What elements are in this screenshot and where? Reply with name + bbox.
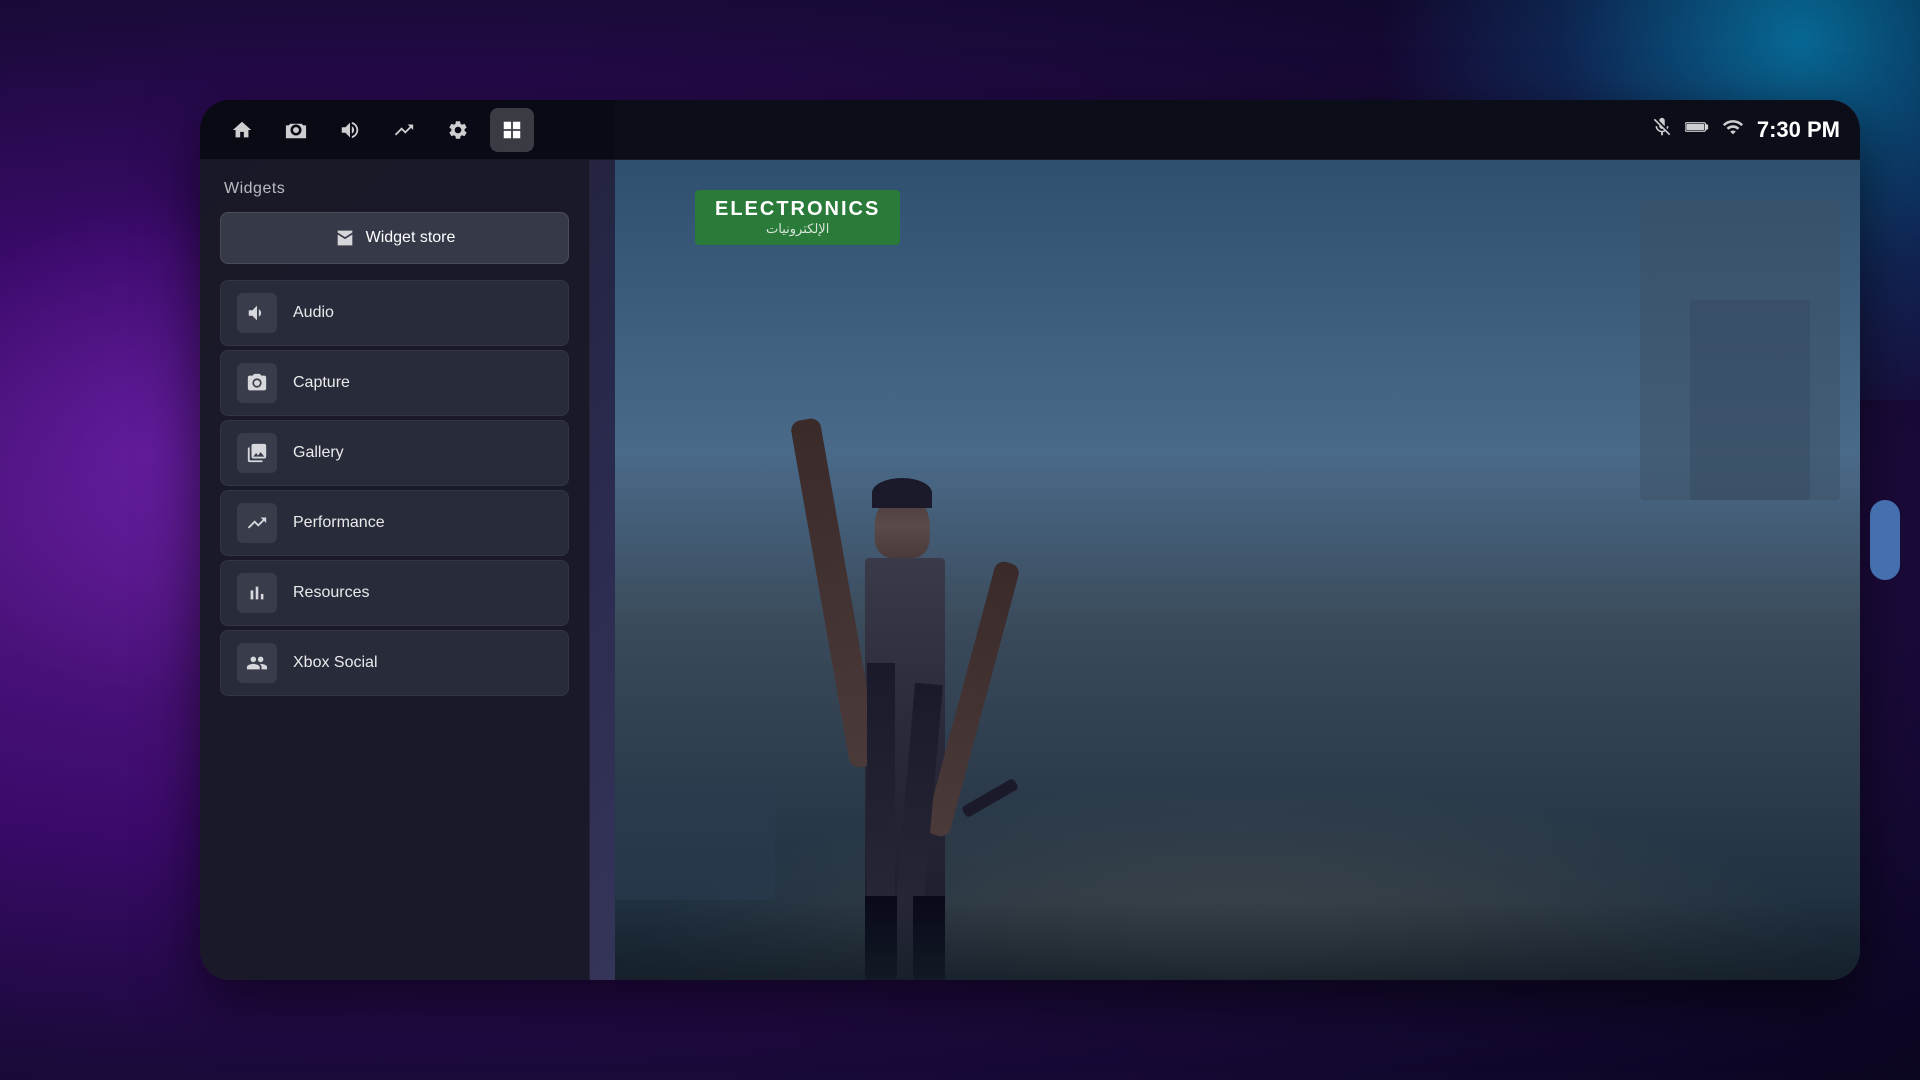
resources-widget-label: Resources <box>293 584 369 602</box>
crates-left <box>615 780 775 900</box>
battery-icon <box>1685 116 1709 143</box>
gallery-widget-label: Gallery <box>293 444 344 462</box>
character-silhouette <box>795 276 1015 980</box>
capture-widget-icon <box>237 363 277 403</box>
widget-panel-title: Widgets <box>200 160 589 212</box>
widget-item-performance[interactable]: Performance <box>220 490 569 556</box>
widget-item-capture[interactable]: Capture <box>220 350 569 416</box>
mic-muted-icon <box>1651 116 1673 143</box>
widget-panel: Widgets Widget store Audio <box>200 160 590 980</box>
widget-item-audio[interactable]: Audio <box>220 280 569 346</box>
widget-list: Audio Capture Gallery <box>200 274 589 702</box>
widget-store-button[interactable]: Widget store <box>220 212 569 264</box>
widgets-taskbar-icon[interactable] <box>490 108 534 152</box>
device-container: ELECTRONICS الإلكترونيات <box>200 100 1860 980</box>
performance-widget-icon <box>237 503 277 543</box>
store-sign: ELECTRONICS الإلكترونيات <box>695 190 900 245</box>
capture-widget-label: Capture <box>293 374 350 392</box>
scroll-handle[interactable] <box>1870 500 1900 580</box>
capture-taskbar-icon[interactable] <box>274 108 318 152</box>
gallery-widget-icon <box>237 433 277 473</box>
performance-taskbar-icon[interactable] <box>382 108 426 152</box>
xbox-social-widget-label: Xbox Social <box>293 654 378 672</box>
widget-item-gallery[interactable]: Gallery <box>220 420 569 486</box>
taskbar-status-area: 7:30 PM <box>1651 116 1840 143</box>
taskbar-nav-icons <box>220 108 534 152</box>
home-taskbar-icon[interactable] <box>220 108 264 152</box>
widget-store-label: Widget store <box>366 229 456 247</box>
settings-taskbar-icon[interactable] <box>436 108 480 152</box>
xbox-social-widget-icon <box>237 643 277 683</box>
audio-widget-label: Audio <box>293 304 334 322</box>
store-icon <box>334 227 356 249</box>
widget-item-xbox-social[interactable]: Xbox Social <box>220 630 569 696</box>
audio-widget-icon <box>237 293 277 333</box>
performance-widget-label: Performance <box>293 514 385 532</box>
widget-item-resources[interactable]: Resources <box>220 560 569 626</box>
resources-widget-icon <box>237 573 277 613</box>
audio-taskbar-icon[interactable] <box>328 108 372 152</box>
ground <box>615 900 1860 980</box>
wifi-icon <box>1721 116 1745 143</box>
building-right-2 <box>1690 300 1810 500</box>
clock-display: 7:30 PM <box>1757 117 1840 143</box>
game-scene: ELECTRONICS الإلكترونيات <box>615 100 1860 980</box>
taskbar: 7:30 PM <box>200 100 1860 160</box>
